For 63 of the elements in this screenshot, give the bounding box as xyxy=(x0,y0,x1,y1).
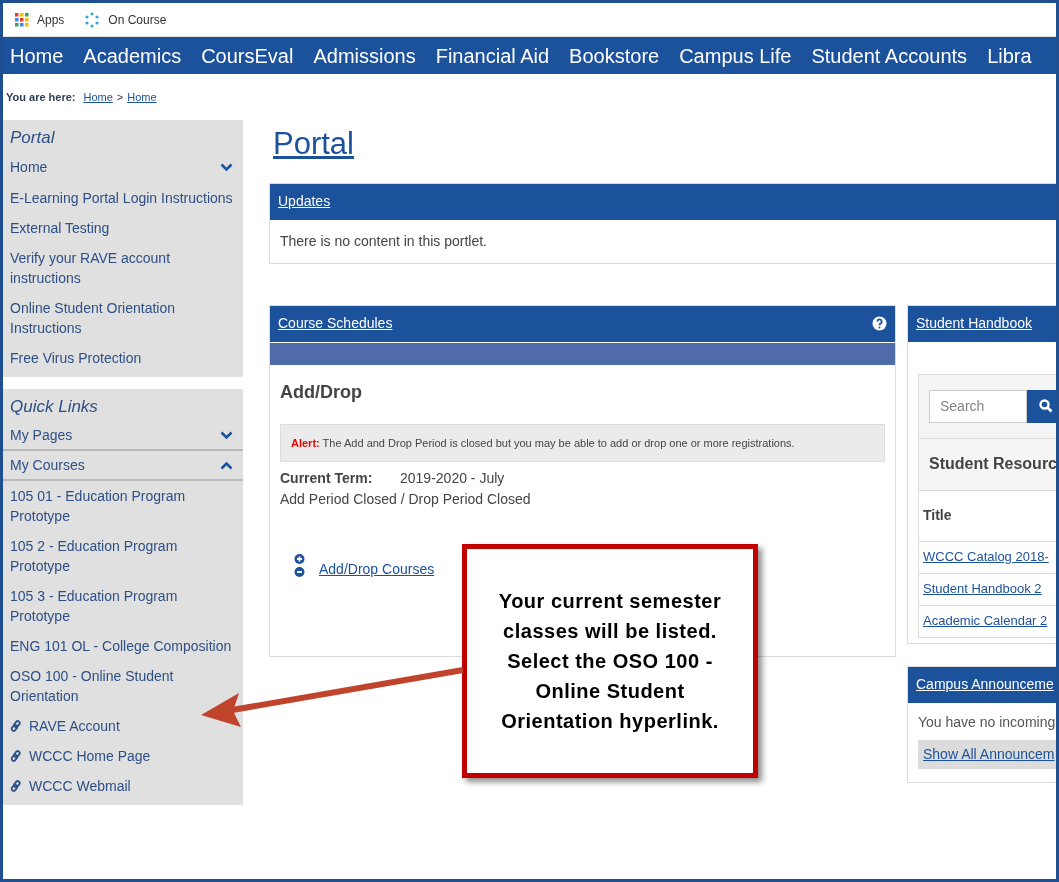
sidebar-toggle[interactable]: Home xyxy=(3,152,243,183)
link-icon xyxy=(10,780,22,792)
sidebar-link[interactable]: OSO 100 - Online Student Orientation xyxy=(3,661,243,711)
breadcrumb-separator: > xyxy=(116,89,124,105)
nav-link[interactable]: CoursEval xyxy=(201,45,294,66)
search-button[interactable] xyxy=(1027,389,1056,423)
section-heading: Student Resourc xyxy=(919,437,1056,490)
sidebar-link[interactable]: 105 3 - Education Program Prototype xyxy=(3,581,243,631)
search-icon xyxy=(1039,399,1053,413)
plus-minus-icon[interactable] xyxy=(294,553,305,578)
breadcrumb-link[interactable]: Home xyxy=(83,88,113,106)
sidebar-link[interactable]: Free Virus Protection xyxy=(3,342,243,373)
sidebar-link[interactable]: WCCC Webmail xyxy=(3,771,243,801)
bookmark-label[interactable]: On Course xyxy=(108,10,167,29)
sidebar-link[interactable]: Verify your RAVE account instructions xyxy=(3,242,243,293)
sidebar-heading: Quick Links xyxy=(9,395,99,418)
nav-link[interactable]: Home xyxy=(10,45,64,66)
portlet-title-link[interactable]: Campus Announceme xyxy=(916,674,1054,695)
callout-text: Your current semester classes will be listed. Select the OSO 100 - Online Student Orientation hyperlink. xyxy=(497,589,723,734)
help-icon[interactable] xyxy=(872,316,887,331)
sidebar-link[interactable]: 105 01 - Education Program Prototype xyxy=(3,481,243,531)
sidebar-link[interactable]: WCCC Home Page xyxy=(3,741,243,771)
sidebar-link[interactable]: RAVE Account xyxy=(3,711,243,741)
page-title-link[interactable]: Portal xyxy=(273,121,354,168)
resource-link[interactable]: Student Handbook 2 xyxy=(923,579,1042,599)
nav-link[interactable]: Financial Aid xyxy=(435,45,550,66)
link-icon xyxy=(10,750,22,762)
sidebar-link[interactable]: 105 2 - Education Program Prototype xyxy=(3,531,243,581)
nav-link[interactable]: Academics xyxy=(83,45,182,66)
portlet-message: There is no content in this portlet. xyxy=(279,231,488,251)
add-drop-link[interactable]: Add/Drop Courses xyxy=(319,559,435,580)
sidebar-toggle[interactable]: My Pages xyxy=(3,421,243,451)
breadcrumb-link[interactable]: Home xyxy=(127,88,157,106)
resource-link[interactable]: Academic Calendar 2 xyxy=(923,611,1048,631)
portlet-title-link[interactable]: Updates xyxy=(278,191,331,212)
resource-link[interactable]: WCCC Catalog 2018- xyxy=(923,547,1049,567)
section-heading: Add/Drop xyxy=(280,380,363,404)
period-status: Add Period Closed / Drop Period Closed xyxy=(280,490,532,509)
nav-link[interactable]: Admissions xyxy=(313,45,416,66)
nav-link[interactable]: Libra xyxy=(987,45,1032,66)
grid-icon xyxy=(15,12,29,27)
portlet-title-link[interactable]: Student Handbook xyxy=(916,313,1032,334)
sidebar-link[interactable]: Online Student Orientation Instructions xyxy=(3,292,243,343)
term-value: 2019-2020 - July xyxy=(400,469,505,488)
search-field[interactable]: Search xyxy=(929,389,1027,423)
portlet-message: You have no incoming xyxy=(917,712,1056,732)
nav-link[interactable]: Bookstore xyxy=(569,45,660,66)
show-all-button[interactable]: Show All Announcem xyxy=(918,739,1056,769)
alert-message: Alert: The Add and Drop Period is closed but you may be able to add or drop one or more registrations. xyxy=(280,423,885,462)
sidebar-link[interactable]: E-Learning Portal Login Instructions xyxy=(3,182,243,213)
bookmark-label[interactable]: Apps xyxy=(37,10,65,29)
sidebar-link[interactable]: ENG 101 OL - College Composition xyxy=(3,631,243,661)
breadcrumb-label: You are here: xyxy=(6,89,76,105)
sidebar-toggle[interactable]: My Courses xyxy=(3,451,243,481)
link-icon xyxy=(10,720,22,732)
term-label: Current Term: xyxy=(280,469,374,488)
nav-link[interactable]: Campus Life xyxy=(679,45,792,66)
portlet-title-link[interactable]: Course Schedules xyxy=(278,313,393,334)
spinner-icon xyxy=(84,11,101,28)
sidebar-heading: Portal xyxy=(9,127,56,149)
nav-link[interactable]: Student Accounts xyxy=(811,45,968,66)
column-header: Title xyxy=(919,489,1056,541)
sidebar-link[interactable]: External Testing xyxy=(3,212,243,243)
